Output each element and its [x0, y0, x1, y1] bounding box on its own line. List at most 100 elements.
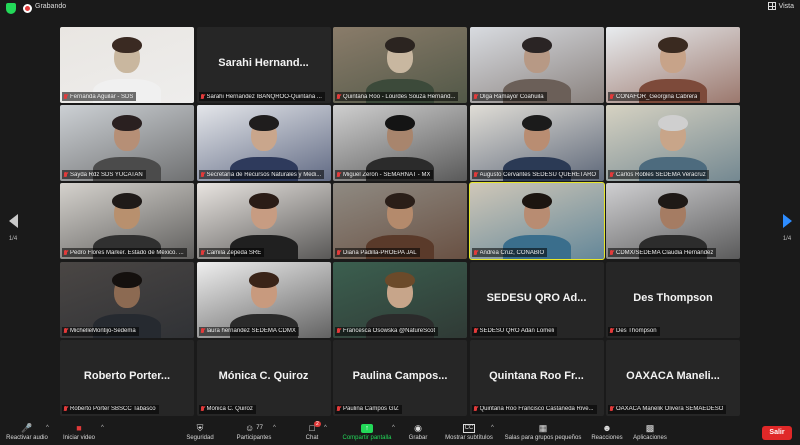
microphone-muted-icon — [63, 406, 68, 412]
participant-nameplate: Olga Ramayor Coahuila — [471, 92, 547, 101]
participant-name: Olga Ramayor Coahuila — [479, 93, 544, 100]
participants-button[interactable]: ☺ 77 Participantes — [232, 422, 276, 441]
participant-tile[interactable]: Mónica C. Quiroz Mónica C. Quiroz — [196, 339, 331, 416]
meeting-toolbar: 🎤 Reactivar audio ^ ■ Iniciar video ^ ⛨ … — [0, 421, 800, 445]
microphone-muted-icon — [336, 93, 341, 100]
participant-nameplate: OAXACA Manelik Olivera SEMAEDESO — [608, 404, 727, 414]
participant-name: Francesca Osowska @NatureScot — [343, 328, 436, 335]
participant-tile[interactable]: Olga Ramayor Coahuila — [469, 27, 604, 103]
participant-tile[interactable]: CONAFOR_Georgina Cabrera — [606, 27, 740, 103]
participant-tile[interactable]: Roberto Porter... Roberto Porter SBSCC Ta… — [60, 339, 194, 416]
participant-tile[interactable]: Fernanda Aguilar - SDS — [60, 27, 194, 103]
participant-nameplate: Pedro Flores Marker. Estado de México. .… — [62, 248, 187, 258]
participant-tile[interactable]: Camila Zepeda SRE — [196, 183, 331, 260]
participant-tile[interactable]: Diana Padilla-PROEPA JAL — [333, 183, 467, 260]
participant-nameplate: Francesca Osowska @NatureScot — [335, 326, 439, 336]
microphone-muted-icon — [200, 249, 205, 256]
participant-name: Augusto Cervantes SEDESU QUERETARO — [479, 171, 597, 178]
chat-button[interactable]: □ 2 Chat — [300, 421, 324, 441]
participant-tile[interactable]: SEDESU QRO Ad... SEDESU QRO Adan Lomeli — [469, 261, 604, 338]
microphone-muted-icon — [200, 171, 205, 178]
participant-nameplate: Secretaría de Recursos Naturales y Medi.… — [198, 170, 325, 180]
participant-tile[interactable]: CDMX/SEDEMA Claudia Hernández — [606, 183, 740, 260]
chat-options-caret[interactable]: ^ — [324, 425, 327, 431]
participant-name: CONAFOR_Georgina Cabrera — [616, 93, 698, 100]
microphone-muted-icon — [609, 249, 614, 256]
participant-tile[interactable]: Secretaría de Recursos Naturales y Medi.… — [196, 105, 331, 182]
participant-tile[interactable]: laura hernandez SEDEMA CDMX — [196, 261, 331, 338]
start-video-button[interactable]: ■ Iniciar video — [58, 422, 100, 441]
participant-name: MichelleMontijo-Sedema — [70, 328, 136, 335]
participant-name: CDMX/SEDEMA Claudia Hernández — [616, 249, 714, 256]
microphone-muted-icon: 🎤 — [21, 422, 33, 433]
microphone-muted-icon — [336, 249, 341, 256]
breakout-rooms-icon: ▦ — [538, 422, 548, 433]
share-screen-icon: ↑ — [336, 422, 398, 434]
microphone-muted-icon — [200, 93, 205, 100]
page-indicator-left: 1/4 — [8, 236, 18, 242]
participant-name: laura hernandez SEDEMA CDMX — [206, 328, 296, 335]
participant-tile[interactable]: Sayda Rdz SDS YUCATAN — [60, 105, 194, 182]
microphone-muted-icon — [200, 406, 205, 412]
microphone-muted-icon — [473, 328, 478, 334]
participant-nameplate: Camila Zepeda SRE — [198, 248, 265, 258]
microphone-muted-icon — [609, 328, 614, 334]
chat-unread-badge: 2 — [314, 421, 321, 427]
record-button[interactable]: ◉ Grabar — [405, 422, 431, 442]
participant-nameplate: Des Thompson — [608, 326, 660, 336]
audio-options-caret[interactable]: ^ — [46, 425, 49, 431]
participant-nameplate: Miguel Zerón - SEMARNAT - MX — [335, 170, 434, 180]
microphone-muted-icon — [200, 328, 205, 334]
chevron-left-icon — [8, 214, 18, 228]
share-options-caret[interactable]: ^ — [392, 425, 395, 431]
apps-button[interactable]: ▩ Aplicaciones — [630, 422, 670, 442]
participant-nameplate: CONAFOR_Georgina Cabrera — [608, 92, 701, 101]
participant-tile[interactable]: Quintana Roo - Lourdes Souza Hernánd... — [333, 27, 467, 103]
view-label: Vista — [778, 2, 794, 10]
participant-nameplate: Sayda Rdz SDS YUCATAN — [62, 170, 146, 180]
recording-icon — [23, 4, 32, 13]
unmute-button[interactable]: 🎤 Reactivar audio — [4, 422, 50, 442]
view-button[interactable]: Vista — [767, 2, 794, 10]
participant-tile[interactable]: Carlos Robles SEDEMA Veracruz — [606, 105, 740, 182]
leave-button[interactable]: Salir — [762, 426, 792, 440]
video-options-caret[interactable]: ^ — [101, 425, 104, 431]
next-page-button[interactable]: 1/4 — [780, 214, 794, 242]
participant-display-name: Sarahi Hernand... — [218, 57, 309, 69]
participant-tile[interactable]: Quintana Roo Fr... Quintana Roo Francisco… — [469, 339, 604, 416]
participant-nameplate: Sarahi Hernandez IBANQROO-Quintana ... — [198, 92, 325, 101]
participant-tile[interactable]: MichelleMontijo-Sedema — [60, 261, 194, 338]
participant-tile[interactable]: Francesca Osowska @NatureScot — [333, 261, 467, 338]
participant-tile[interactable]: Miguel Zerón - SEMARNAT - MX — [333, 105, 467, 182]
participant-nameplate: Quintana Roo Francisco Castañeda Rive... — [471, 404, 597, 414]
share-screen-button[interactable]: ↑ Compartir pantalla — [336, 422, 398, 441]
closed-captions-icon: CC — [462, 423, 476, 433]
reactions-icon: ☻ — [602, 423, 612, 433]
participant-tile[interactable]: Des Thompson Des Thompson — [606, 261, 740, 338]
participant-tile[interactable]: Andrea Cruz, CONABIO — [468, 182, 605, 261]
security-button[interactable]: ⛨ Seguridad — [182, 422, 218, 442]
participant-tile[interactable]: OAXACA Maneli... OAXACA Manelik Olivera S… — [606, 339, 740, 416]
microphone-muted-icon — [336, 328, 341, 334]
participant-tile[interactable]: Pedro Flores Marker. Estado de México. .… — [60, 183, 194, 260]
participant-name: Miguel Zerón - SEMARNAT - MX — [343, 171, 431, 178]
participant-tile[interactable]: Sarahi Hernand... Sarahi Hernandez IBANQR… — [196, 27, 331, 103]
breakout-rooms-button[interactable]: ▦ Salas para grupos pequeños — [502, 422, 584, 442]
participant-display-name: Quintana Roo Fr... — [489, 369, 584, 382]
participant-nameplate: Fernanda Aguilar - SDS — [62, 92, 137, 101]
participant-tile[interactable]: Paulina Campos... Paulina Campos GIZ — [333, 339, 467, 416]
top-bar: Grabando Vista — [0, 0, 800, 18]
security-shield-icon[interactable] — [6, 3, 16, 14]
show-subtitles-button[interactable]: CC Mostrar subtítulos — [442, 422, 496, 441]
microphone-muted-icon — [609, 406, 614, 412]
participants-icon: ☺ 77 — [245, 423, 263, 433]
participant-name: Secretaría de Recursos Naturales y Medi.… — [206, 171, 322, 178]
participant-nameplate: SEDESU QRO Adan Lomeli — [471, 326, 558, 336]
previous-page-button[interactable]: 1/4 — [6, 214, 20, 242]
participant-nameplate: Carlos Robles SEDEMA Veracruz — [608, 170, 709, 180]
participant-nameplate: Quintana Roo - Lourdes Souza Hernánd... — [335, 92, 459, 101]
reactions-button[interactable]: ☻ Reacciones — [590, 422, 624, 441]
participants-options-caret[interactable]: ^ — [273, 425, 276, 431]
participant-tile[interactable]: Augusto Cervantes SEDESU QUERETARO — [469, 105, 604, 182]
subtitles-options-caret[interactable]: ^ — [491, 425, 494, 431]
